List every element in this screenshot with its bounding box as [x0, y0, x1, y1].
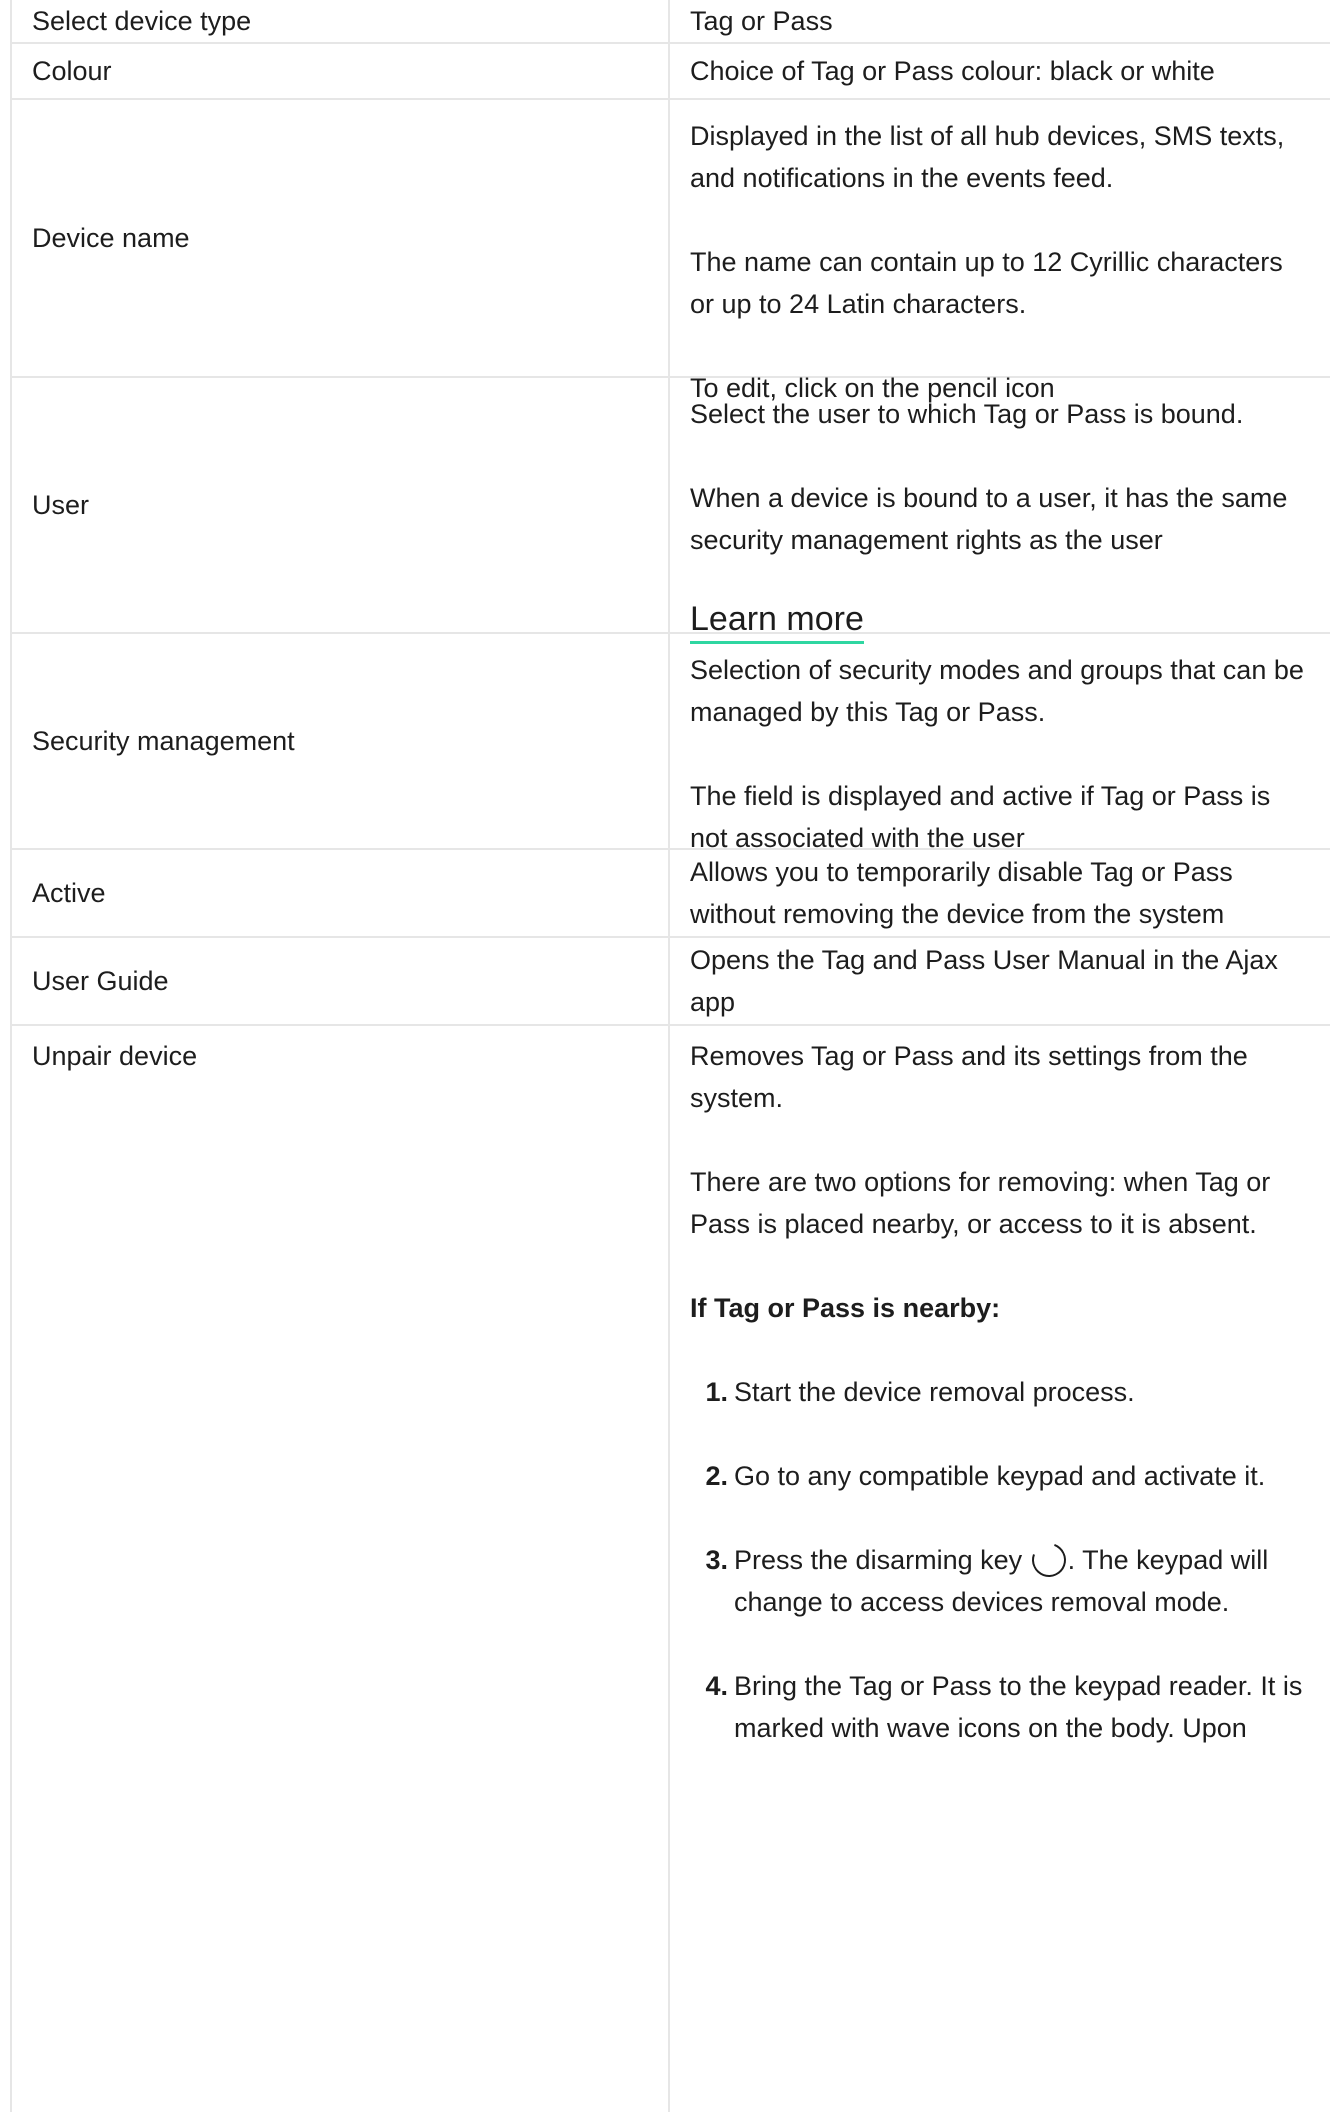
- description-text: The name can contain up to 12 Cyrillic c…: [690, 247, 1283, 319]
- setting-description: Removes Tag or Pass and its settings fro…: [670, 1026, 1330, 2112]
- step-number: 2.: [705, 1461, 728, 1491]
- step-number: 3.: [705, 1545, 728, 1575]
- subheading: If Tag or Pass is nearby:: [690, 1293, 1001, 1323]
- description-text: The field is displayed and active if Tag…: [690, 781, 1271, 853]
- table-row: User Select the user to which Tag or Pas…: [10, 378, 1330, 644]
- step-text: Go to any compatible keypad and activate…: [734, 1461, 1266, 1491]
- table-row: Active Allows you to temporarily disable…: [10, 850, 1330, 938]
- setting-label: User Guide: [10, 938, 670, 1024]
- list-item: 2. Go to any compatible keypad and activ…: [690, 1455, 1314, 1497]
- setting-label: Active: [10, 850, 670, 936]
- description-text: Removes Tag or Pass and its settings fro…: [690, 1041, 1248, 1113]
- step-text: Bring the Tag or Pass to the keypad read…: [734, 1671, 1303, 1743]
- settings-table: Select device type Tag or Pass Colour Ch…: [10, 0, 1330, 2112]
- setting-label: Unpair device: [10, 1026, 670, 2112]
- step-text: Start the device removal process.: [734, 1377, 1135, 1407]
- setting-description: Tag or Pass: [670, 0, 1330, 42]
- table-row: Unpair device Removes Tag or Pass and it…: [10, 1026, 1330, 2112]
- list-item: 1. Start the device removal process.: [690, 1371, 1314, 1413]
- setting-label: Colour: [10, 44, 670, 98]
- steps-list: 1. Start the device removal process. 2. …: [690, 1329, 1314, 1749]
- description-text: When a device is bound to a user, it has…: [690, 483, 1288, 555]
- disarm-key-icon: [1026, 1537, 1072, 1583]
- setting-label: Select device type: [10, 0, 670, 42]
- description-text: Tag or Pass: [690, 6, 833, 36]
- table-row: Select device type Tag or Pass: [10, 0, 1330, 44]
- setting-description: Choice of Tag or Pass colour: black or w…: [670, 44, 1330, 98]
- description-text: Displayed in the list of all hub devices…: [690, 121, 1285, 193]
- step-text-before: Press the disarming key: [734, 1545, 1030, 1575]
- list-item: 3. Press the disarming key . The keypad …: [690, 1537, 1314, 1623]
- table-row: User Guide Opens the Tag and Pass User M…: [10, 938, 1330, 1026]
- table-row: Device name Displayed in the list of all…: [10, 100, 1330, 403]
- setting-description: Displayed in the list of all hub devices…: [670, 100, 1330, 403]
- step-number: 4.: [705, 1671, 728, 1701]
- table-row: Colour Choice of Tag or Pass colour: bla…: [10, 44, 1330, 100]
- setting-description: Opens the Tag and Pass User Manual in th…: [670, 938, 1330, 1024]
- step-text: Press the disarming key . The keypad wil…: [734, 1537, 1314, 1623]
- list-item: 4. Bring the Tag or Pass to the keypad r…: [690, 1665, 1314, 1749]
- description-text: Selection of security modes and groups t…: [690, 655, 1304, 727]
- description-text: Select the user to which Tag or Pass is …: [690, 399, 1244, 429]
- description-text: Allows you to temporarily disable Tag or…: [690, 857, 1233, 929]
- setting-description: Selection of security modes and groups t…: [670, 634, 1330, 853]
- setting-label: Security management: [10, 634, 670, 848]
- setting-label: User: [10, 378, 670, 632]
- table-row: Security management Selection of securit…: [10, 634, 1330, 853]
- setting-description: Select the user to which Tag or Pass is …: [670, 378, 1330, 644]
- setting-label: Device name: [10, 100, 670, 376]
- description-text: Opens the Tag and Pass User Manual in th…: [690, 945, 1278, 1017]
- description-text: Choice of Tag or Pass colour: black or w…: [690, 56, 1215, 86]
- step-number: 1.: [705, 1377, 728, 1407]
- description-text: There are two options for removing: when…: [690, 1167, 1271, 1239]
- setting-description: Allows you to temporarily disable Tag or…: [670, 850, 1330, 936]
